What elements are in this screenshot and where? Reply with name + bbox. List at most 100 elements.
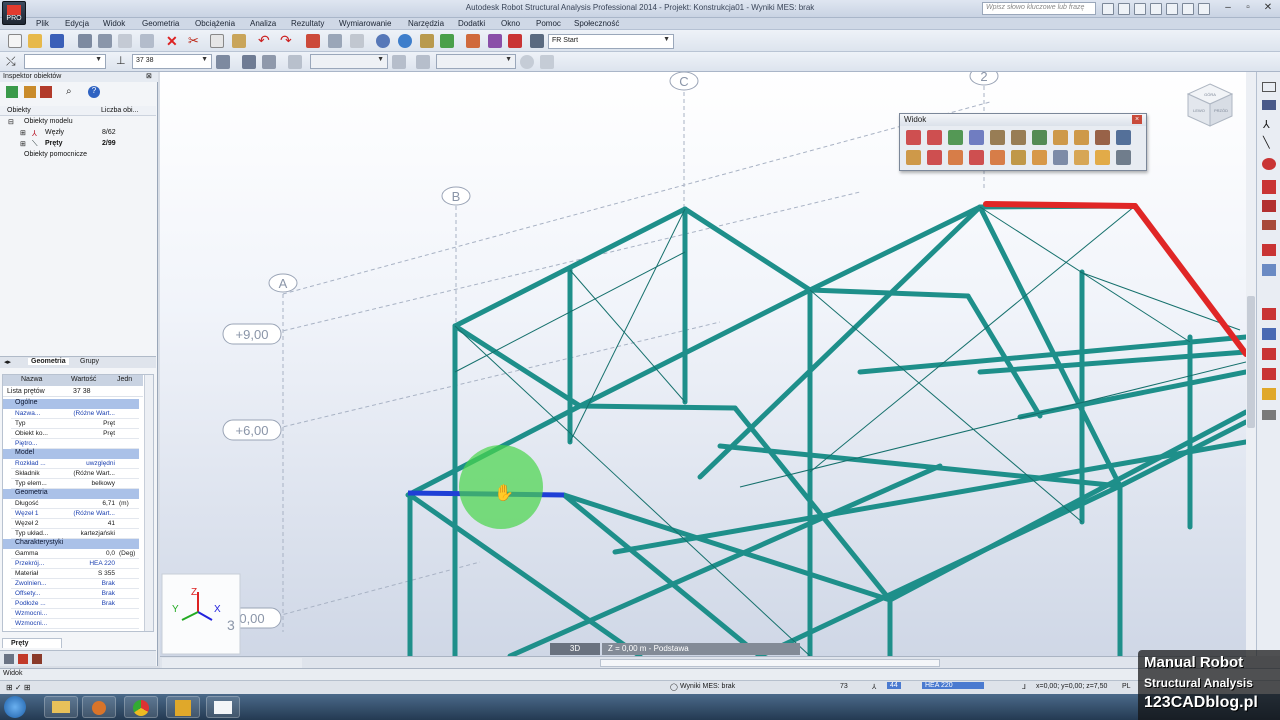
bar-icon[interactable]: ╲	[1263, 136, 1270, 149]
property-row[interactable]: Gamma 0,0 (Deg)	[11, 549, 139, 559]
horizontal-scrollbar[interactable]	[600, 659, 940, 667]
layout-combo[interactable]: FR Start ▼	[548, 34, 674, 49]
property-section[interactable]: Geometria	[3, 489, 139, 499]
axis-y-icon[interactable]	[1011, 130, 1026, 145]
remove-filter-icon[interactable]	[40, 86, 52, 98]
help-icon[interactable]: ?	[88, 86, 100, 98]
zoom-extents-icon[interactable]	[969, 150, 984, 165]
combination-icon[interactable]	[1262, 368, 1276, 380]
zoom-icon[interactable]	[376, 34, 390, 48]
select-icon[interactable]	[440, 34, 454, 48]
property-section[interactable]: Model	[3, 449, 139, 459]
table-icon[interactable]	[306, 34, 320, 48]
taskbar-robot-button[interactable]	[166, 696, 200, 718]
layers-icon[interactable]	[1262, 410, 1276, 420]
delete-icon[interactable]	[32, 654, 42, 664]
view-xz-icon[interactable]	[906, 130, 921, 145]
menu-wymiarowanie[interactable]: Wymiarowanie	[339, 18, 391, 30]
material-icon[interactable]	[1262, 200, 1276, 212]
solid-icon[interactable]	[1262, 388, 1276, 400]
zoom-in-icon[interactable]	[927, 150, 942, 165]
edit-icon[interactable]	[18, 654, 28, 664]
property-row[interactable]: Offsety... Brak	[11, 589, 139, 599]
layout-list-icon[interactable]	[530, 34, 544, 48]
start-button[interactable]	[4, 696, 26, 718]
rotate-z-icon[interactable]	[1032, 150, 1047, 165]
property-row[interactable]: Typ elem... belkowy	[11, 479, 139, 489]
new-file-icon[interactable]	[8, 34, 22, 48]
menu-obciazenia[interactable]: Obciążenia	[195, 18, 235, 30]
tab-3d[interactable]: 3D	[550, 643, 600, 655]
section-icon[interactable]	[242, 55, 256, 69]
property-section[interactable]: Charakterystyki	[3, 539, 139, 549]
open-file-icon[interactable]	[28, 34, 42, 48]
filter-icon[interactable]	[216, 55, 230, 69]
delete-icon[interactable]: ✕	[166, 33, 178, 50]
section-icon[interactable]	[1262, 180, 1276, 194]
hand-icon[interactable]	[1074, 150, 1089, 165]
property-row[interactable]: Nazwa... (Różne Wart...	[11, 409, 139, 419]
binoculars-icon[interactable]	[1102, 3, 1114, 15]
zoom-window-icon[interactable]	[398, 34, 412, 48]
animation-icon[interactable]	[540, 55, 554, 69]
property-row[interactable]: Węzeł 2 41	[11, 519, 139, 529]
menu-okno[interactable]: Okno	[501, 18, 520, 30]
menu-dodatki[interactable]: Dodatki	[458, 18, 485, 30]
axis-z-icon[interactable]	[1032, 130, 1047, 145]
property-row[interactable]: Typ układ... kartezjański	[11, 529, 139, 539]
pan-icon[interactable]	[420, 34, 434, 48]
palette-icon[interactable]	[488, 34, 502, 48]
view-3d-icon[interactable]	[969, 130, 984, 145]
tab-geometria[interactable]: Geometria	[28, 358, 69, 365]
cut-icon[interactable]: ✂	[188, 33, 199, 49]
star-icon[interactable]	[1118, 3, 1130, 15]
list-icon[interactable]	[4, 654, 14, 664]
info-icon[interactable]	[1182, 3, 1194, 15]
load-icon[interactable]	[392, 55, 406, 69]
menu-rezultaty[interactable]: Rezultaty	[291, 18, 324, 30]
page-setup-icon[interactable]	[118, 34, 132, 48]
menu-geometria[interactable]: Geometria	[142, 18, 179, 30]
close-icon[interactable]: ⊠	[146, 72, 152, 80]
application-menu-button[interactable]: PRO	[2, 1, 26, 25]
menu-analiza[interactable]: Analiza	[250, 18, 276, 30]
rotate-3d-icon[interactable]	[1074, 130, 1089, 145]
support-icon[interactable]: ⅄	[1263, 118, 1270, 131]
tree-item-model-objects[interactable]: Obiekty modelu	[24, 118, 73, 125]
bar-list-row[interactable]: Lista prętów 37 38	[3, 387, 143, 397]
scrollbar-thumb[interactable]	[1247, 296, 1255, 428]
menu-widok[interactable]: Widok	[103, 18, 125, 30]
copy-icon[interactable]	[210, 34, 224, 48]
property-row[interactable]: Rozkład ... uwzględni	[11, 459, 139, 469]
property-scrollbar[interactable]	[144, 375, 153, 631]
grid-icon[interactable]	[1198, 3, 1210, 15]
tree-toggle[interactable]: ⊞	[20, 140, 26, 148]
axis-x-icon[interactable]	[990, 130, 1005, 145]
view-cube[interactable]: GÓRA PRZÓD LEWO	[1186, 83, 1234, 127]
orbit-icon[interactable]	[1011, 150, 1026, 165]
widok-toolbar-window[interactable]: Widok ×	[899, 113, 1147, 171]
render-icon[interactable]	[1095, 150, 1110, 165]
support-icon[interactable]	[288, 55, 302, 69]
property-section[interactable]: Ogólne	[3, 399, 139, 409]
taskbar-window-button[interactable]	[206, 696, 240, 718]
property-row[interactable]: Przekrój... HEA 220	[11, 559, 139, 569]
property-row[interactable]: Zwolnien... Brak	[11, 579, 139, 589]
taskbar-explorer-button[interactable]	[44, 696, 78, 718]
tree-item-bars[interactable]: Pręty	[45, 140, 63, 147]
tab-grupy[interactable]: Grupy	[80, 358, 99, 365]
close-button[interactable]: ✕	[1258, 0, 1278, 16]
property-row[interactable]: Węzeł 1 (Różne Wart...	[11, 509, 139, 519]
load-combo[interactable]: ▼	[436, 54, 516, 69]
display-icon[interactable]	[1116, 150, 1131, 165]
tools-icon[interactable]	[508, 34, 522, 48]
tab-scroll-left[interactable]: ◂▸	[4, 358, 11, 366]
wrench-icon[interactable]	[1150, 3, 1162, 15]
property-row[interactable]: Długość 6,71 (m)	[11, 499, 139, 509]
calculator-icon[interactable]	[328, 34, 342, 48]
status-section[interactable]: HEA 220	[922, 682, 984, 689]
lock-icon[interactable]	[350, 34, 364, 48]
property-row[interactable]: Typ Pręt	[11, 419, 139, 429]
tab-level[interactable]: Z = 0,00 m - Podstawa	[602, 643, 800, 655]
property-row[interactable]: Obiekt ko... Pręt	[11, 429, 139, 439]
